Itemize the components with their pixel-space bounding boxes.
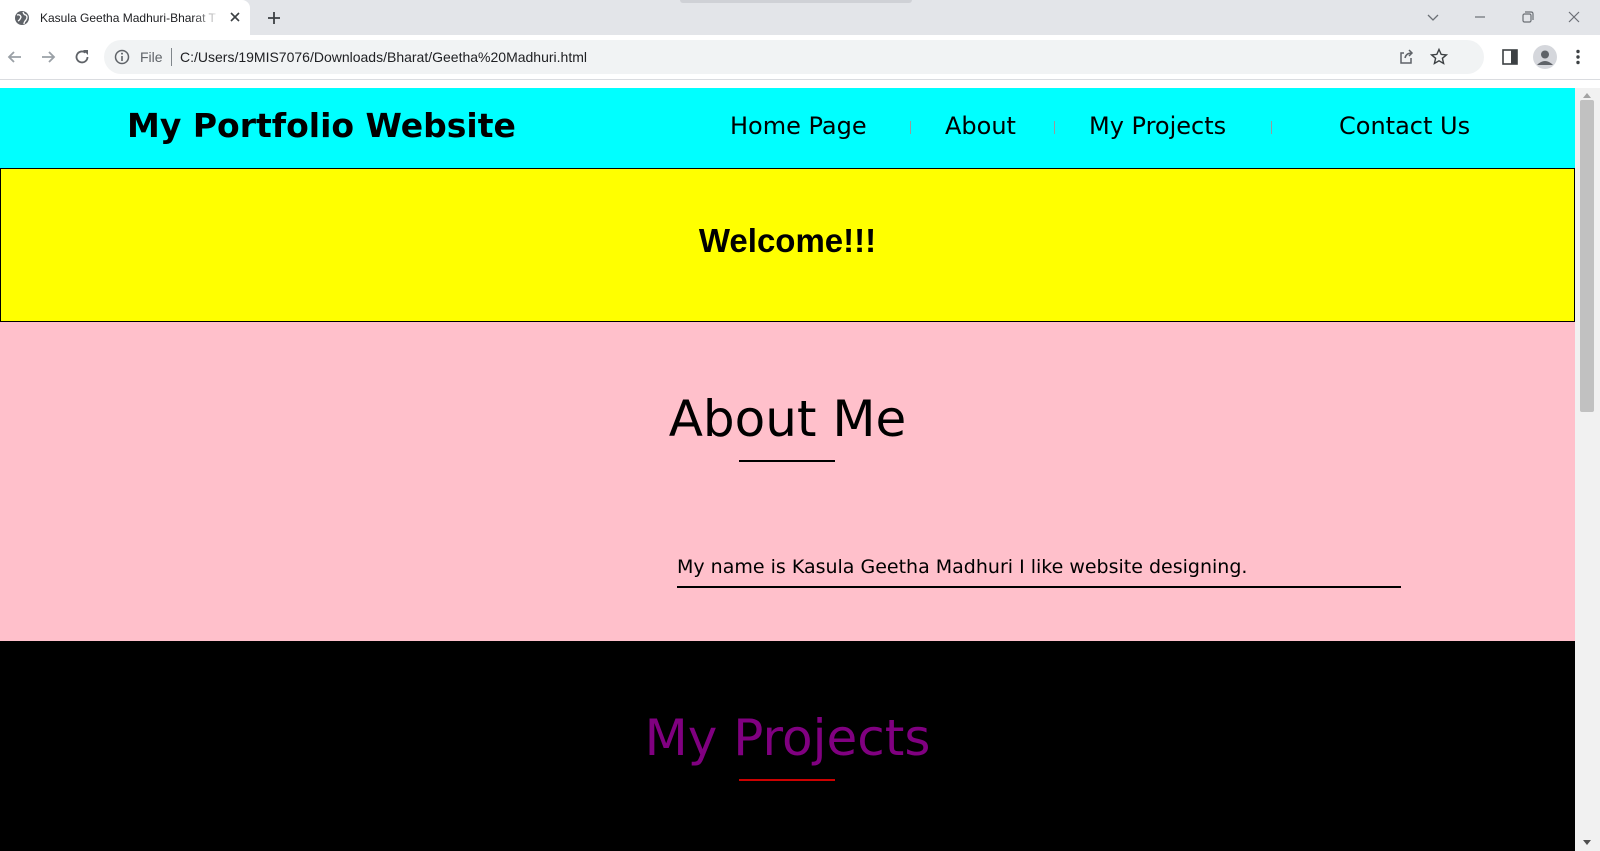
projects-heading: My Projects [644,709,931,767]
browser-tab[interactable]: Kasula Geetha Madhuri-Bharat T [0,0,250,35]
projects-heading-underline [739,779,835,781]
nav-divider [910,121,911,134]
address-bar[interactable]: File C:/Users/19MIS7076/Downloads/Bharat… [104,40,1484,74]
info-icon[interactable] [113,48,131,66]
welcome-banner: Welcome!!! [0,168,1575,322]
about-heading: About Me [668,390,907,448]
browser-toolbar: File C:/Users/19MIS7076/Downloads/Bharat… [0,35,1600,80]
minimize-icon[interactable] [1471,8,1489,26]
globe-icon [15,10,29,25]
scrollbar-thumb[interactable] [1580,100,1594,412]
profile-icon[interactable] [1533,45,1557,69]
kebab-menu-icon[interactable] [1568,47,1588,67]
plus-icon[interactable] [265,9,283,27]
site-brand: My Portfolio Website [127,106,516,145]
nav-contact-link[interactable]: Contact Us [1339,112,1470,140]
site-header: My Portfolio Website Home Page About My … [0,88,1575,168]
close-icon[interactable] [228,10,242,24]
scroll-up-arrow-icon[interactable] [1582,91,1592,99]
nav-projects-link[interactable]: My Projects [1089,112,1226,140]
page-viewport: My Portfolio Website Home Page About My … [0,88,1575,851]
tab-strip: Kasula Geetha Madhuri-Bharat T [0,0,1600,35]
star-icon[interactable] [1429,47,1449,67]
scroll-down-arrow-icon[interactable] [1582,839,1592,847]
about-text: My name is Kasula Geetha Madhuri I like … [677,556,1248,578]
page-scrollbar[interactable] [1575,88,1600,851]
nav-divider [1054,121,1055,134]
chevron-down-icon[interactable] [1424,8,1442,26]
side-panel-icon[interactable] [1500,47,1520,67]
reload-icon[interactable] [72,47,92,67]
restore-icon[interactable] [1518,8,1536,26]
nav-divider [1271,121,1272,134]
nav-home-link[interactable]: Home Page [730,112,867,140]
profile-silhouette [1537,50,1553,65]
forward-arrow-icon[interactable] [38,47,58,67]
address-url[interactable]: C:/Users/19MIS7076/Downloads/Bharat/Geet… [180,49,587,65]
address-separator [171,48,172,66]
share-icon[interactable] [1396,47,1416,67]
about-section: About Me My name is Kasula Geetha Madhur… [0,322,1575,641]
about-text-underline [677,586,1401,588]
tab-strip-notch [680,0,912,3]
nav-about-link[interactable]: About [945,112,1016,140]
close-icon[interactable] [1565,8,1583,26]
tab-title: Kasula Geetha Madhuri-Bharat T [40,10,216,25]
projects-section: My Projects [0,641,1575,851]
welcome-heading: Welcome!!! [698,222,877,259]
back-arrow-icon[interactable] [5,47,25,67]
address-scheme: File [140,49,163,65]
about-heading-underline [739,460,835,462]
